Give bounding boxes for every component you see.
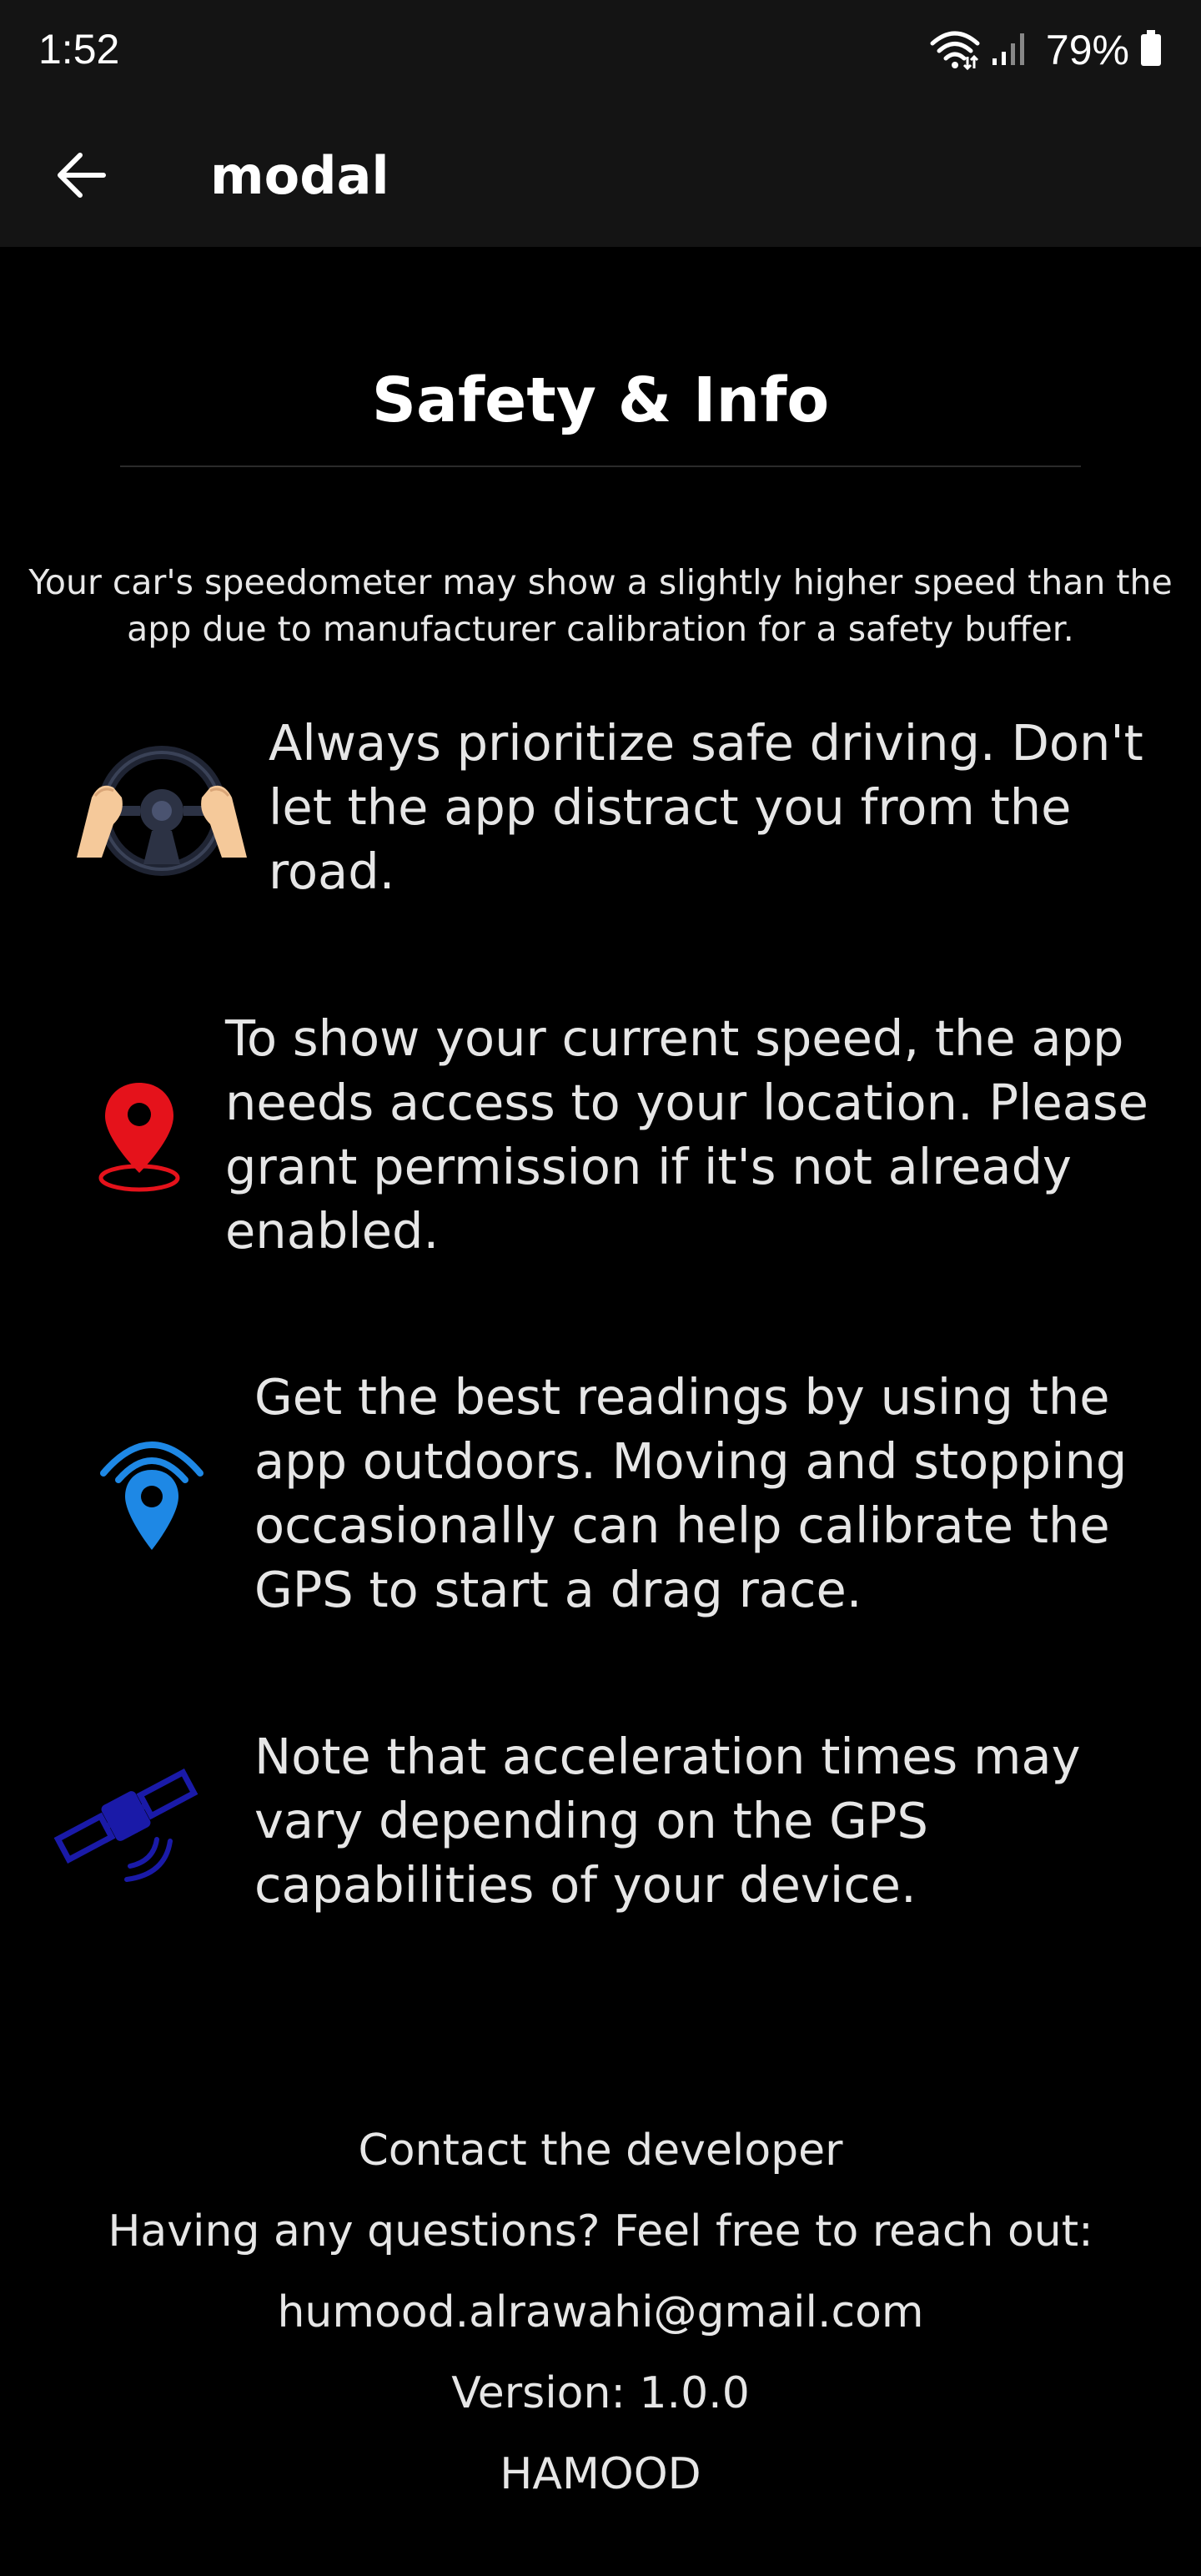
status-icons: 79% bbox=[929, 23, 1163, 77]
intro-text: Your car's speedometer may show a slight… bbox=[28, 562, 1173, 649]
app-version: Version: 1.0.0 bbox=[451, 2368, 750, 2418]
modal-title: Safety & Info bbox=[371, 365, 830, 436]
tip-text: Always prioritize safe driving. Don't le… bbox=[269, 714, 1143, 900]
status-bar: 1:52 79% bbox=[0, 0, 1201, 105]
tip-acceleration-note: Note that acceleration times may vary de… bbox=[0, 1724, 1201, 1941]
tip-safe-driving: Always prioritize safe driving. Don't le… bbox=[0, 711, 1201, 928]
app-bar-title: modal bbox=[210, 145, 389, 206]
contact-title: Contact the developer bbox=[358, 2126, 843, 2176]
signal-icon bbox=[991, 30, 1028, 70]
developer-email-link[interactable]: humood.alrawahi@gmail.com bbox=[0, 2272, 1201, 2353]
tip-text: Get the best readings by using the app o… bbox=[254, 1368, 1128, 1618]
title-divider bbox=[120, 465, 1081, 467]
developer-name: HAMOOD bbox=[500, 2449, 701, 2499]
tip-text: Note that acceleration times may vary de… bbox=[254, 1728, 1081, 1914]
tip-location-permission: To show your current speed, the app need… bbox=[0, 1006, 1201, 1273]
battery-percent: 79% bbox=[1045, 27, 1129, 73]
gps-signal-icon bbox=[93, 1425, 210, 1565]
app-bar: modal bbox=[0, 105, 1201, 247]
arrow-left-icon bbox=[55, 148, 108, 205]
location-pin-icon bbox=[93, 1079, 185, 1196]
tip-text: To show your current speed, the app need… bbox=[225, 1009, 1148, 1260]
wifi-icon bbox=[929, 27, 981, 73]
tip-gps-outdoors: Get the best readings by using the app o… bbox=[0, 1365, 1201, 1632]
battery-icon bbox=[1139, 30, 1163, 70]
back-button[interactable] bbox=[42, 137, 122, 217]
satellite-icon bbox=[47, 1758, 205, 1886]
steering-wheel-icon bbox=[70, 744, 254, 881]
contact-question: Having any questions? Feel free to reach… bbox=[108, 2206, 1093, 2257]
status-time: 1:52 bbox=[38, 26, 120, 73]
contact-footer: Contact the developer Having any questio… bbox=[0, 2111, 1201, 2515]
